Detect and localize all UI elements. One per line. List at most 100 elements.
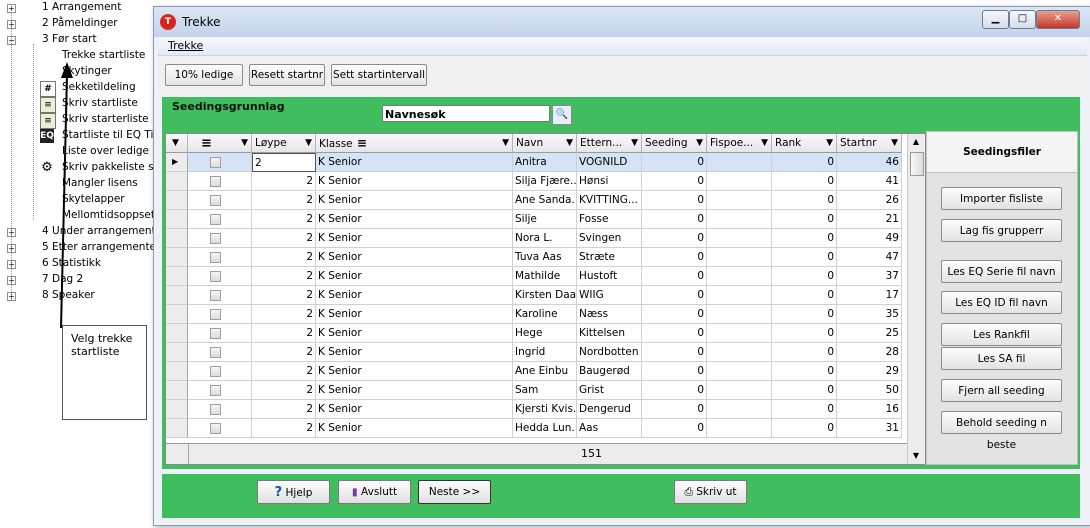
row-checkbox-cell[interactable] [188, 172, 252, 191]
cell-startnr[interactable]: 28 [837, 343, 902, 362]
row-selector[interactable] [166, 381, 188, 400]
filter-icon[interactable]: ▼ [826, 134, 833, 152]
cell-loype[interactable]: 2 [252, 248, 316, 267]
scroll-thumb[interactable] [910, 152, 924, 176]
cell-rank[interactable]: 0 [772, 229, 837, 248]
cell-fis[interactable] [707, 324, 772, 343]
row-selector[interactable] [166, 343, 188, 362]
import-fis-button[interactable]: Importer fisliste [941, 187, 1062, 210]
cell-seeding[interactable]: 0 [642, 248, 707, 267]
cell-klasse[interactable]: K Senior [316, 305, 513, 324]
title-bar[interactable]: T Trekke ▁ □ ✕ [154, 7, 1090, 37]
table-row[interactable]: 2K Senior Ingrid Nordbotten 0 0 28 [166, 343, 906, 362]
cell-fis[interactable] [707, 400, 772, 419]
maximize-button[interactable]: □ [1009, 10, 1036, 29]
cell-startnr[interactable]: 21 [837, 210, 902, 229]
row-checkbox-cell[interactable] [188, 248, 252, 267]
table-row[interactable]: ▶ 2 K Senior Anitra VOGNILD 0 0 46 [166, 153, 906, 172]
ten-percent-button[interactable]: 10% ledige [165, 64, 243, 86]
row-checkbox[interactable] [210, 214, 221, 225]
cell-navn[interactable]: Kirsten Daae [513, 286, 577, 305]
cell-navn[interactable]: Kjersti Kvis... [513, 400, 577, 419]
row-selector[interactable] [166, 400, 188, 419]
keep-seeding-best-button[interactable]: Behold seeding n beste [941, 411, 1062, 451]
row-selector[interactable] [166, 248, 188, 267]
row-checkbox[interactable] [210, 309, 221, 320]
column-header[interactable]: Seeding ▼ [642, 134, 707, 153]
cell-klasse[interactable]: K Senior [316, 419, 513, 438]
table-row[interactable]: 2K Senior Hedda Lun... Aas 0 0 31 [166, 419, 906, 438]
next-button[interactable]: Neste >> [418, 480, 491, 504]
column-header[interactable]: Ettern... ▼ [577, 134, 642, 153]
cell-rank[interactable]: 0 [772, 267, 837, 286]
table-row[interactable]: 2K Senior Silje Fosse 0 0 21 [166, 210, 906, 229]
scroll-up-icon[interactable]: ▲ [908, 134, 924, 150]
cell-fis[interactable] [707, 172, 772, 191]
tree-item[interactable]: 2 Påmeldinger [42, 15, 118, 31]
column-header[interactable]: Navn ▼ [513, 134, 577, 153]
row-selector[interactable]: ▶ [166, 153, 188, 172]
row-selector[interactable] [166, 286, 188, 305]
cell-fis[interactable] [707, 210, 772, 229]
read-eq-series-button[interactable]: Les EQ Serie fil navn [941, 260, 1062, 283]
cell-seeding[interactable]: 0 [642, 343, 707, 362]
row-checkbox-cell[interactable] [188, 419, 252, 438]
table-row[interactable]: 2K Senior Sam Grist 0 0 50 [166, 381, 906, 400]
cell-startnr[interactable]: 17 [837, 286, 902, 305]
scroll-down-icon[interactable]: ▼ [908, 448, 924, 464]
row-selector[interactable] [166, 305, 188, 324]
row-checkbox-cell[interactable] [188, 400, 252, 419]
cell-rank[interactable]: 0 [772, 381, 837, 400]
column-header[interactable]: Rank ▼ [772, 134, 837, 153]
cell-seeding[interactable]: 0 [642, 172, 707, 191]
row-checkbox-cell[interactable] [188, 343, 252, 362]
cell-navn[interactable]: Karoline [513, 305, 577, 324]
cell-startnr[interactable]: 26 [837, 191, 902, 210]
cell-loype[interactable]: 2 [252, 400, 316, 419]
row-checkbox-cell[interactable] [188, 305, 252, 324]
cell-seeding[interactable]: 0 [642, 191, 707, 210]
cell-startnr[interactable]: 16 [837, 400, 902, 419]
row-checkbox-cell[interactable] [188, 362, 252, 381]
cell-rank[interactable]: 0 [772, 153, 837, 172]
tree-item[interactable]: 1 Arrangement [42, 0, 121, 15]
cell-loype[interactable]: 2 [252, 362, 316, 381]
table-row[interactable]: 2K Senior Nora L. Svingen 0 0 49 [166, 229, 906, 248]
cell-klasse[interactable]: K Senior [316, 210, 513, 229]
table-row[interactable]: 2K Senior Mathilde Hustoft 0 0 37 [166, 267, 906, 286]
name-search-input[interactable]: Navnesøk [382, 105, 550, 122]
read-eq-id-button[interactable]: Les EQ ID fil navn [941, 291, 1062, 314]
cell-loype[interactable]: 2 [252, 210, 316, 229]
cell-loype[interactable]: 2 [252, 229, 316, 248]
row-checkbox[interactable] [210, 252, 221, 263]
row-checkbox-cell[interactable] [188, 191, 252, 210]
cell-klasse[interactable]: K Senior [316, 172, 513, 191]
cell-startnr[interactable]: 47 [837, 248, 902, 267]
row-checkbox-cell[interactable] [188, 229, 252, 248]
table-row[interactable]: 2K Senior Ane Einbu Baugerød 0 0 29 [166, 362, 906, 381]
cell-klasse[interactable]: K Senior [316, 362, 513, 381]
cell-ettern[interactable]: VOGNILD [577, 153, 642, 172]
row-selector[interactable] [166, 267, 188, 286]
cell-ettern[interactable]: Svingen [577, 229, 642, 248]
cell-ettern[interactable]: Hustoft [577, 267, 642, 286]
select-column-header[interactable]: ≡ ▼ [188, 134, 252, 153]
cell-klasse[interactable]: K Senior [316, 381, 513, 400]
cell-ettern[interactable]: Næss [577, 305, 642, 324]
row-checkbox[interactable] [210, 233, 221, 244]
cell-seeding[interactable]: 0 [642, 400, 707, 419]
table-row[interactable]: 2K Senior Tuva Aas Stræte 0 0 47 [166, 248, 906, 267]
cell-startnr[interactable]: 50 [837, 381, 902, 400]
row-checkbox-cell[interactable] [188, 286, 252, 305]
tree-item[interactable]: 3 Før start [42, 31, 97, 47]
cell-navn[interactable]: Silja Fjære... [513, 172, 577, 191]
cell-startnr[interactable]: 29 [837, 362, 902, 381]
column-header[interactable]: Startnr ▼ [837, 134, 902, 153]
cell-ettern[interactable]: Stræte [577, 248, 642, 267]
column-header[interactable]: Fispoe... ▼ [707, 134, 772, 153]
row-checkbox[interactable] [210, 176, 221, 187]
table-row[interactable]: 2K Senior Kjersti Kvis... Dengerud 0 0 16 [166, 400, 906, 419]
filter-icon[interactable]: ▼ [566, 134, 573, 152]
minimize-button[interactable]: ▁ [982, 10, 1009, 29]
row-checkbox-cell[interactable] [188, 153, 252, 172]
